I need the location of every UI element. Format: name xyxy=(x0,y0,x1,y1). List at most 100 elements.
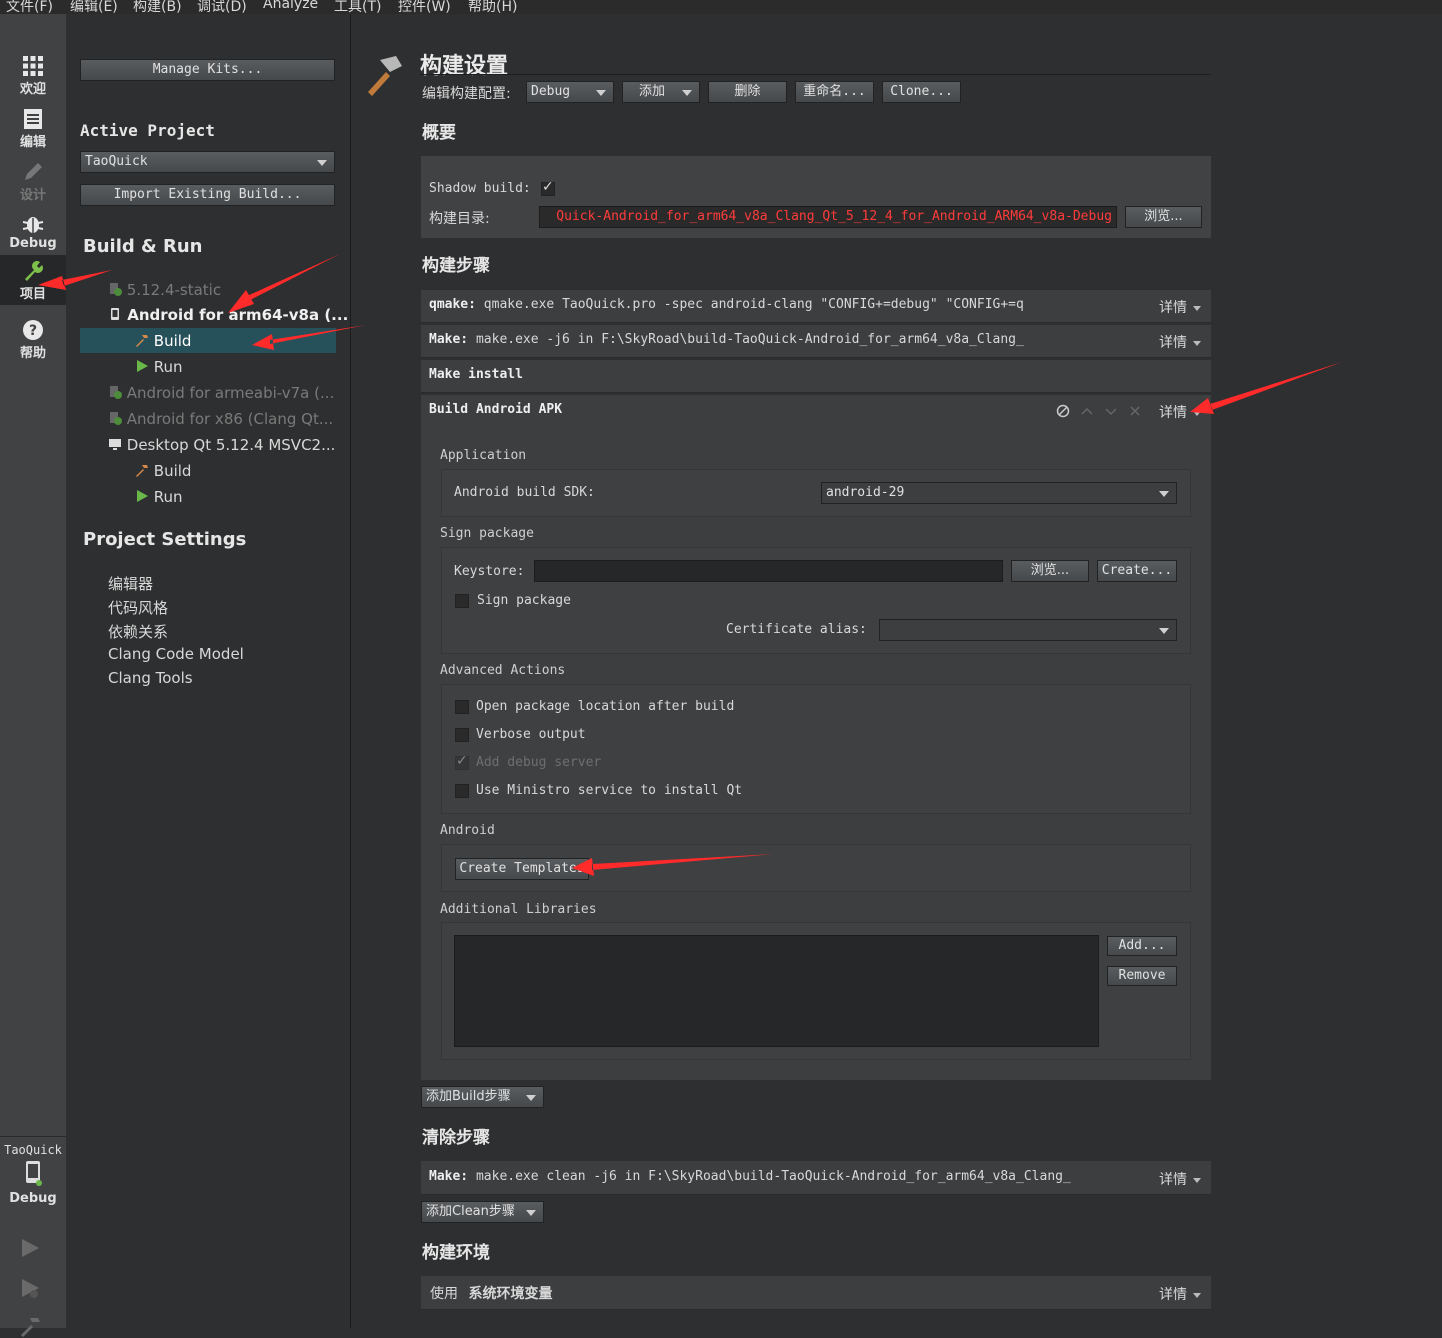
shadow-build-checkbox[interactable] xyxy=(541,179,555,196)
grid-icon xyxy=(23,56,43,76)
menu-help[interactable]: 帮助(H) xyxy=(468,0,517,14)
move-down-icon[interactable] xyxy=(1104,404,1118,418)
mode-welcome[interactable]: 欢迎 xyxy=(0,50,66,100)
kit-desktop-run[interactable]: Run xyxy=(135,488,183,506)
active-project-combo[interactable]: TaoQuick xyxy=(80,151,335,173)
build-env-details[interactable]: 详情 xyxy=(1159,1284,1201,1304)
menu-analyze[interactable]: Analyze xyxy=(263,0,318,12)
kit-static[interactable]: 5.12.4-static xyxy=(108,281,221,299)
sign-group-label: Sign package xyxy=(440,526,534,541)
menu-debug[interactable]: 调试(D) xyxy=(197,0,247,14)
kit-android-arm64[interactable]: Android for arm64-v8a (... xyxy=(108,306,348,324)
step-make[interactable]: Make: make.exe -j6 in F:\SkyRoad\build-T… xyxy=(421,325,1211,358)
import-build-button[interactable]: Import Existing Build... xyxy=(80,184,335,206)
chevron-down-icon xyxy=(317,160,327,166)
build-env-row[interactable]: 使用 系统环境变量 详情 xyxy=(421,1276,1211,1310)
open-package-checkbox[interactable] xyxy=(455,700,469,714)
menu-bar: 文件(F) 编辑(E) 构建(B) 调试(D) Analyze 工具(T) 控件… xyxy=(0,0,1442,14)
mode-bar: 欢迎 编辑 设计 Debug 项目 ? 帮助 TaoQuick Debug xyxy=(0,14,66,1337)
ministro-checkbox[interactable] xyxy=(455,784,469,798)
build-dir-field[interactable]: Quick-Android_for_arm64_v8a_Clang_Qt_5_1… xyxy=(539,206,1117,228)
cert-alias-combo[interactable] xyxy=(879,619,1177,641)
application-group-label: Application xyxy=(440,448,527,463)
rename-config-button[interactable]: 重命名... xyxy=(795,81,874,103)
chevron-down-icon xyxy=(1193,340,1201,346)
target-project-name: TaoQuick xyxy=(4,1143,62,1157)
active-project-heading: Active Project xyxy=(80,121,215,140)
page-title: 构建设置 xyxy=(420,54,509,79)
add-library-button[interactable]: Add... xyxy=(1107,936,1177,956)
kit-android-arm64-build[interactable]: Build xyxy=(135,332,191,350)
cert-alias-label: Certificate alias: xyxy=(726,622,867,637)
clean-steps-heading: 清除步骤 xyxy=(422,1128,490,1148)
kit-android-arm64-run[interactable]: Run xyxy=(135,358,183,376)
chevron-down-icon xyxy=(1193,1292,1201,1298)
clean-step-make[interactable]: Make: make.exe clean -j6 in F:\SkyRoad\b… xyxy=(421,1161,1211,1195)
step-qmake-details[interactable]: 详情 xyxy=(1159,297,1201,317)
menu-tools[interactable]: 工具(T) xyxy=(334,0,381,14)
step-make-details[interactable]: 详情 xyxy=(1159,332,1201,352)
open-package-label: Open package location after build xyxy=(476,699,735,714)
mode-edit[interactable]: 编辑 xyxy=(0,103,66,153)
step-apk-details[interactable]: 详情 xyxy=(1159,402,1201,422)
kit-android-arm64-build-row[interactable] xyxy=(80,328,336,353)
run-icon[interactable] xyxy=(18,1236,42,1260)
build-hammer-icon[interactable] xyxy=(18,1314,42,1338)
kit-android-armv7[interactable]: Android for armeabi-v7a (... xyxy=(108,384,334,402)
step-qmake[interactable]: qmake: qmake.exe TaoQuick.pro -spec andr… xyxy=(421,290,1211,323)
menu-build[interactable]: 构建(B) xyxy=(133,0,182,14)
settings-editor[interactable]: 编辑器 xyxy=(108,573,153,594)
add-config-button[interactable]: 添加 xyxy=(622,81,700,103)
clean-step-details[interactable]: 详情 xyxy=(1159,1169,1201,1189)
chevron-down-icon xyxy=(1193,410,1201,416)
mode-help[interactable]: ? 帮助 xyxy=(0,314,66,364)
remove-step-icon[interactable] xyxy=(1128,404,1142,418)
chevron-down-icon xyxy=(1193,1177,1201,1183)
kit-desktop[interactable]: Desktop Qt 5.12.4 MSVC2... xyxy=(108,436,335,454)
keystore-create-button[interactable]: Create... xyxy=(1097,560,1177,582)
sign-package-checkbox[interactable] xyxy=(455,594,469,608)
mode-design[interactable]: 设计 xyxy=(0,156,66,206)
menu-file[interactable]: 文件(F) xyxy=(6,0,53,14)
verbose-checkbox[interactable] xyxy=(455,728,469,742)
settings-clang-tools[interactable]: Clang Tools xyxy=(108,669,193,687)
chevron-down-icon xyxy=(596,90,606,96)
svg-text:?: ? xyxy=(29,323,37,339)
delete-config-button[interactable]: 删除 xyxy=(708,81,787,103)
build-dir-browse-button[interactable]: 浏览... xyxy=(1125,206,1202,228)
keystore-field[interactable] xyxy=(534,560,1003,582)
libraries-list[interactable] xyxy=(454,935,1099,1047)
chevron-down-icon xyxy=(1159,491,1169,497)
keystore-browse-button[interactable]: 浏览... xyxy=(1011,560,1089,582)
kit-desktop-build[interactable]: Build xyxy=(135,462,191,480)
debug-run-icon[interactable] xyxy=(18,1276,42,1300)
mode-debug[interactable]: Debug xyxy=(0,208,66,258)
disable-step-icon[interactable] xyxy=(1056,404,1070,418)
monitor-icon xyxy=(109,439,121,450)
step-make-install[interactable]: Make install xyxy=(421,360,1211,393)
shadow-build-label: Shadow build: xyxy=(429,181,531,196)
bug-icon xyxy=(22,217,44,233)
build-config-combo[interactable]: Debug xyxy=(526,81,614,103)
target-selector[interactable]: TaoQuick Debug xyxy=(0,1136,66,1217)
add-build-step-button[interactable]: 添加Build步骤 xyxy=(421,1086,544,1108)
menu-widgets[interactable]: 控件(W) xyxy=(398,0,451,14)
settings-code-style[interactable]: 代码风格 xyxy=(108,597,168,618)
manage-kits-button[interactable]: Manage Kits... xyxy=(80,59,335,81)
step-make-desc: make.exe -j6 in F:\SkyRoad\build-TaoQuic… xyxy=(475,332,1024,347)
build-dir-label: 构建目录: xyxy=(429,211,490,227)
build-dir-value: Quick-Android_for_arm64_v8a_Clang_Qt_5_1… xyxy=(556,209,1112,224)
clone-config-button[interactable]: Clone... xyxy=(882,81,961,103)
move-up-icon[interactable] xyxy=(1080,404,1094,418)
settings-clang-code-model[interactable]: Clang Code Model xyxy=(108,645,244,663)
settings-dependencies[interactable]: 依赖关系 xyxy=(108,621,168,642)
mode-projects[interactable]: 项目 xyxy=(0,255,66,305)
create-templates-button[interactable]: Create Templates xyxy=(455,858,589,880)
kit-android-x86[interactable]: Android for x86 (Clang Qt... xyxy=(108,410,333,428)
chevron-down-icon xyxy=(1159,628,1169,634)
add-clean-step-button[interactable]: 添加Clean步骤 xyxy=(421,1201,544,1223)
sdk-combo[interactable]: android-29 xyxy=(821,482,1177,504)
menu-edit[interactable]: 编辑(E) xyxy=(70,0,118,14)
remove-library-button[interactable]: Remove xyxy=(1107,966,1177,986)
kit-add-icon xyxy=(110,412,122,425)
